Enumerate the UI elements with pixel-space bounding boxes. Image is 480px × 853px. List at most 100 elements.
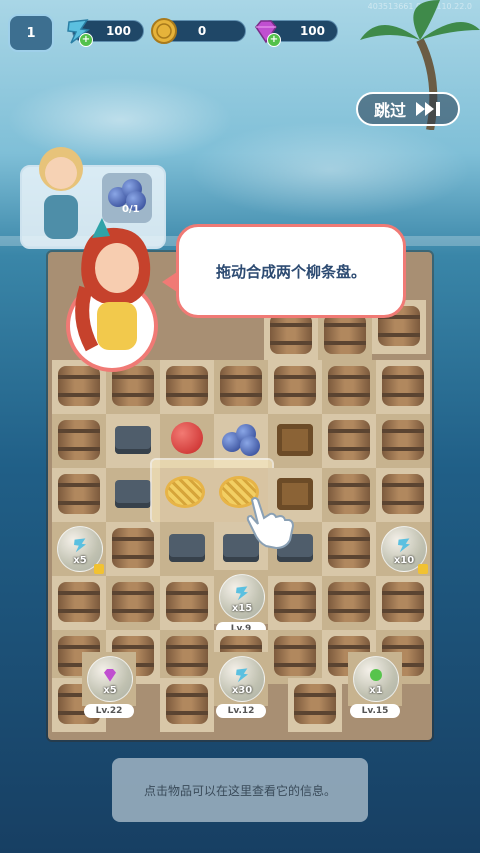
tutorial-message: 拖动合成两个柳条盘。 (215, 262, 366, 281)
lock-icon (94, 564, 104, 574)
locked-bubble: x1 (353, 656, 399, 702)
locked-bubble: x5 (87, 656, 133, 702)
wicker-plate-icon (165, 476, 205, 508)
board-cell[interactable]: x10 (376, 522, 430, 576)
bubble-count: x30 (231, 685, 253, 696)
guide-character (66, 218, 158, 372)
lock-icon (418, 564, 428, 574)
stone-block-icon (115, 426, 151, 454)
board-cell[interactable] (160, 576, 214, 630)
level-requirement: Lv.12 (216, 704, 266, 718)
board-cell[interactable] (322, 522, 376, 576)
coin-value: 0 (197, 24, 207, 38)
gem-value: 100 (299, 24, 325, 38)
barrel-icon (382, 474, 424, 514)
barrel-icon (328, 366, 370, 406)
board-cell[interactable] (376, 468, 430, 522)
board-cell[interactable] (214, 360, 268, 414)
board-cell[interactable] (160, 630, 214, 684)
add-gem-icon[interactable]: + (267, 33, 281, 47)
barrel-icon (58, 474, 100, 514)
coin-icon (151, 18, 177, 44)
barrel-icon (220, 366, 262, 406)
add-energy-icon[interactable]: + (79, 33, 93, 47)
energy-icon (74, 538, 86, 553)
board-cell[interactable] (158, 464, 212, 518)
board-cell[interactable] (322, 360, 376, 414)
energy-icon (236, 586, 248, 601)
level-badge[interactable]: 1 (8, 14, 54, 52)
pointer-hand-icon (246, 497, 295, 550)
top-bar: 1 + 100 0 + 100 (8, 14, 478, 52)
barrel-icon (58, 582, 100, 622)
item-info-text: 点击物品可以在这里查看它的信息。 (143, 783, 336, 798)
bubble-count: x5 (103, 685, 117, 696)
board-cell[interactable] (268, 414, 322, 468)
board-cell[interactable] (268, 630, 322, 684)
barrel-icon (274, 636, 316, 676)
barrel-icon (294, 684, 336, 724)
board-cell[interactable] (322, 414, 376, 468)
board-cell[interactable] (376, 360, 430, 414)
barrel-icon (328, 528, 370, 568)
energy-icon (398, 538, 410, 553)
stone-block-icon (169, 534, 205, 562)
barrel-icon (166, 366, 208, 406)
wooden-crate-icon (277, 424, 313, 456)
barrel-icon (166, 636, 208, 676)
board-cell[interactable] (52, 414, 106, 468)
barrel-icon (270, 314, 312, 354)
blueberry-icon (222, 424, 260, 456)
board-cell[interactable] (52, 576, 106, 630)
board-cell[interactable] (322, 576, 376, 630)
board-cell[interactable] (52, 468, 106, 522)
barrel-icon (382, 582, 424, 622)
barrel-icon (58, 420, 100, 460)
skip-label: 跳过 (373, 101, 406, 120)
energy-icon (236, 668, 248, 683)
apple-icon (171, 422, 203, 454)
bubble-count: x1 (369, 685, 383, 696)
tutorial-speech-bubble: 拖动合成两个柳条盘。 (176, 224, 406, 318)
board-cell[interactable] (106, 576, 160, 630)
barrel-icon (382, 420, 424, 460)
level-value: 1 (26, 25, 36, 41)
board-cell[interactable] (268, 576, 322, 630)
locked-bubble: x15 (219, 574, 265, 620)
barrel-icon (328, 420, 370, 460)
barrel-icon (112, 528, 154, 568)
barrel-icon (166, 582, 208, 622)
board-cell[interactable] (376, 576, 430, 630)
board-cell[interactable] (288, 678, 342, 732)
level-requirement: Lv.22 (84, 704, 134, 718)
board-cell[interactable]: x30 Lv.12 (214, 652, 268, 718)
gem-icon (104, 669, 116, 682)
board-cell[interactable] (106, 414, 160, 468)
fast-forward-icon (416, 102, 440, 116)
order-item-blueberries (102, 173, 152, 223)
energy-counter[interactable]: + 100 (67, 19, 144, 47)
coin-counter[interactable]: 0 (151, 18, 246, 44)
barrel-icon (274, 366, 316, 406)
energy-value: 100 (105, 24, 131, 38)
board-cell[interactable] (160, 678, 214, 732)
energy-boost-icon (370, 669, 382, 681)
gem-counter[interactable]: + 100 (255, 20, 338, 47)
board-cell[interactable]: x15 Lv.9 (214, 570, 268, 636)
board-cell[interactable] (376, 414, 430, 468)
board-cell[interactable] (160, 522, 214, 576)
barrel-icon (328, 474, 370, 514)
order-progress: 0/1 (122, 204, 140, 215)
skip-button[interactable]: 跳过 (356, 92, 460, 126)
board-cell[interactable] (268, 360, 322, 414)
board-cell[interactable]: x5 Lv.22 (82, 652, 136, 718)
item-info-panel[interactable]: 点击物品可以在这里查看它的信息。 (112, 758, 368, 822)
board-cell[interactable]: x5 (52, 522, 106, 576)
barrel-icon (274, 582, 316, 622)
level-requirement: Lv.15 (350, 704, 400, 718)
stone-block-icon (115, 480, 151, 508)
board-cell[interactable]: x1 Lv.15 (348, 652, 402, 718)
board-cell[interactable] (106, 522, 160, 576)
board-cell[interactable] (322, 468, 376, 522)
barrel-icon (166, 684, 208, 724)
